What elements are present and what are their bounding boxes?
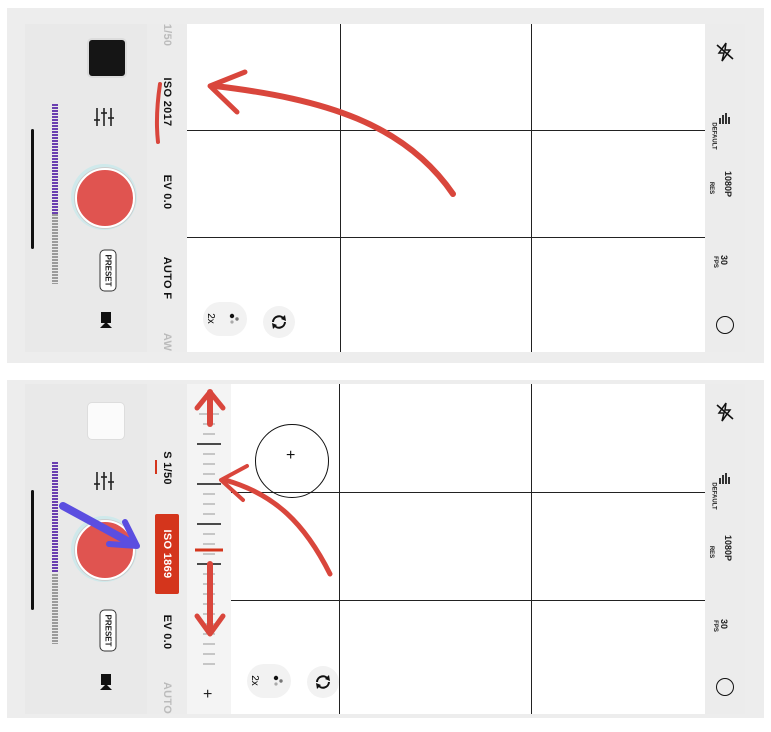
screenshot-top: PRESET 1/50 ISO 2017 EV 0.0 AUTO F AW 2x: [7, 8, 764, 363]
screenshot-bottom: PRESET S 1/50 ISO 1869 EV 0.0 AUTO − + +…: [7, 380, 764, 718]
camera-frame-bottom: PRESET S 1/50 ISO 1869 EV 0.0 AUTO − + +…: [25, 384, 745, 714]
camera-frame-top: PRESET 1/50 ISO 2017 EV 0.0 AUTO F AW 2x: [25, 24, 745, 352]
annotation-arrow-overlay: [59, 389, 333, 637]
annotation-arrow-overlay: [154, 69, 456, 197]
